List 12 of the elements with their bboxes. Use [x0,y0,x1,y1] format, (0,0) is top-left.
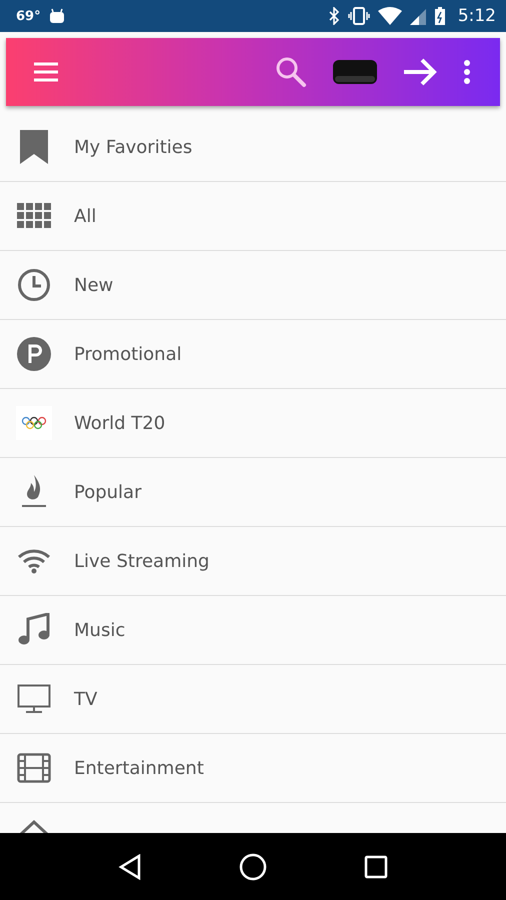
menu-item[interactable]: Promotional [0,320,506,389]
temperature: 69° [16,8,41,24]
menu-item[interactable]: Live Streaming [0,527,506,596]
menu-item[interactable]: All [0,182,506,251]
menu-item[interactable]: Entertainment [0,734,506,803]
menu-item[interactable]: TV [0,665,506,734]
menu-item[interactable]: Music [0,596,506,665]
menu-item[interactable]: Popular [0,458,506,527]
menu-item[interactable]: World T20 [0,389,506,458]
menu-item[interactable]: My Favorities [0,113,506,182]
clock-time: 5:12 [458,6,496,26]
menu-item[interactable]: New [0,251,506,320]
